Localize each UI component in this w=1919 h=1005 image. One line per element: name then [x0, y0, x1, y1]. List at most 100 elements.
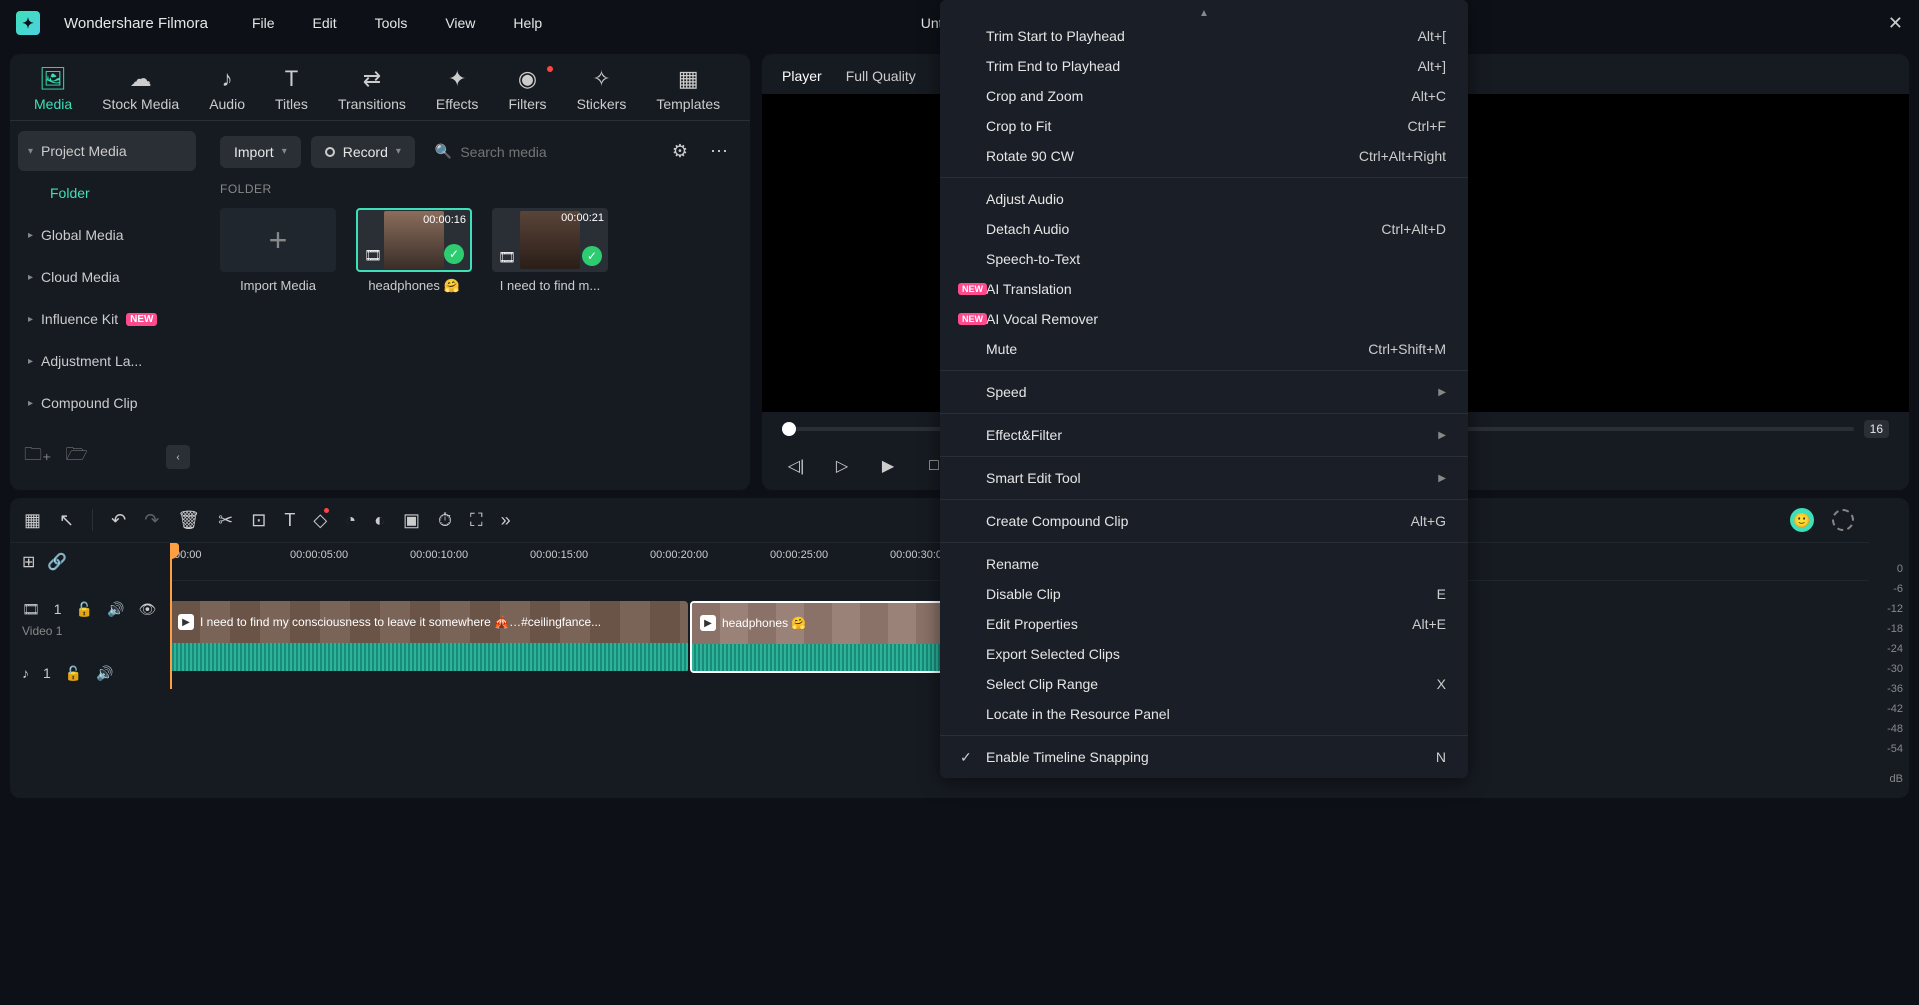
track-manager-icon[interactable]: ▦ — [24, 510, 41, 531]
ai-button[interactable]: 🙂 — [1790, 508, 1814, 532]
visibility-icon[interactable]: 👁 — [138, 601, 156, 618]
tab-media[interactable]: 🖼Media — [34, 66, 72, 120]
player-tab-full-quality[interactable]: Full Quality — [846, 68, 916, 84]
link-icon[interactable]: 🔗 — [47, 552, 67, 572]
clip-2[interactable]: ▶headphones 🤗 — [690, 601, 948, 673]
menu-item-label: Locate in the Resource Panel — [986, 706, 1446, 722]
adjust-button[interactable]: ▣ — [403, 510, 420, 531]
sidebar-adjustment-layer[interactable]: ▸Adjustment La... — [18, 341, 196, 381]
chevron-down-icon: ▾ — [282, 146, 287, 157]
context-menu-item[interactable]: MuteCtrl+Shift+M — [940, 334, 1468, 364]
tab-stock-media[interactable]: ☁Stock Media — [102, 66, 179, 120]
scrubber-thumb[interactable] — [782, 422, 796, 436]
play-pause-button[interactable]: ▷ — [828, 452, 856, 480]
render-button[interactable] — [1832, 509, 1854, 531]
context-menu-item[interactable]: Create Compound ClipAlt+G — [940, 506, 1468, 536]
tab-audio[interactable]: ♪Audio — [209, 66, 245, 120]
context-menu-item[interactable]: Export Selected Clips — [940, 639, 1468, 669]
sidebar-folder[interactable]: Folder — [18, 173, 196, 213]
context-menu-item[interactable]: Crop to FitCtrl+F — [940, 111, 1468, 141]
search-media[interactable]: 🔍 — [425, 135, 656, 168]
speed-button[interactable]: ◔ — [345, 510, 356, 531]
tab-transitions[interactable]: ⇄Transitions — [338, 66, 406, 120]
marker-button[interactable]: ⏱ — [438, 510, 452, 531]
context-menu-item[interactable]: Speed▶ — [940, 377, 1468, 407]
redo-button[interactable]: ↷ — [144, 510, 159, 531]
menu-shortcut: Ctrl+Alt+D — [1381, 221, 1446, 237]
undo-button[interactable]: ↶ — [111, 510, 126, 531]
sidebar-compound-clip[interactable]: ▸Compound Clip — [18, 383, 196, 423]
menu-edit[interactable]: Edit — [313, 15, 337, 31]
import-media-tile[interactable]: Import Media — [220, 208, 336, 294]
color-button[interactable]: ◐ — [374, 510, 385, 531]
sidebar-project-media[interactable]: ▾Project Media — [18, 131, 196, 171]
context-menu-item[interactable]: Trim Start to PlayheadAlt+[ — [940, 21, 1468, 51]
prev-frame-button[interactable]: ◁| — [782, 452, 810, 480]
crop-button[interactable]: ⊡ — [251, 510, 266, 531]
mute-icon[interactable]: 🔊 — [96, 665, 113, 682]
media-sidebar: ▾Project Media Folder ▸Global Media ▸Clo… — [10, 121, 204, 490]
context-menu-item[interactable]: Speech-to-Text — [940, 244, 1468, 274]
selection-tool-icon[interactable]: ↖ — [59, 510, 74, 531]
sidebar-cloud-media[interactable]: ▸Cloud Media — [18, 257, 196, 297]
lock-icon[interactable]: 🔓 — [65, 665, 82, 682]
menu-view[interactable]: View — [445, 15, 475, 31]
thumbnail[interactable]: 00:00:21 🎞 ✓ — [492, 208, 608, 272]
tab-stickers[interactable]: ✧Stickers — [577, 66, 627, 120]
context-menu-item[interactable]: Smart Edit Tool▶ — [940, 463, 1468, 493]
context-menu-item[interactable]: NEWAI Translation — [940, 274, 1468, 304]
import-plus-icon[interactable] — [220, 208, 336, 272]
sidebar-global-media[interactable]: ▸Global Media — [18, 215, 196, 255]
sidebar-influence-kit[interactable]: ▸Influence KitNEW — [18, 299, 196, 339]
context-menu-item[interactable]: Rename — [940, 549, 1468, 579]
context-menu-item[interactable]: Adjust Audio — [940, 184, 1468, 214]
play-button[interactable]: ▶ — [874, 452, 902, 480]
context-menu-item[interactable]: Effect&Filter▶ — [940, 420, 1468, 450]
tab-templates[interactable]: ▦Templates — [656, 66, 720, 120]
add-track-icon[interactable]: ⊞ — [22, 552, 35, 572]
media-item-headphones[interactable]: 00:00:16 🎞 ✓ headphones 🤗 — [356, 208, 472, 294]
record-dropdown[interactable]: Record▾ — [311, 136, 415, 168]
delete-button[interactable]: 🗑 — [177, 510, 200, 531]
menu-scroll-up-icon[interactable]: ▲ — [940, 6, 1468, 21]
context-menu-item[interactable]: Edit PropertiesAlt+E — [940, 609, 1468, 639]
context-menu-item[interactable]: Rotate 90 CWCtrl+Alt+Right — [940, 141, 1468, 171]
new-folder-icon[interactable]: 🗁 — [66, 442, 88, 472]
playhead[interactable] — [170, 543, 172, 689]
close-button[interactable]: ✕ — [1888, 13, 1903, 34]
more-icon[interactable]: ⋯ — [704, 137, 734, 166]
video-icon: 🎞 — [364, 247, 382, 264]
keyframe-button[interactable]: ◇ — [313, 510, 327, 531]
used-check-icon: ✓ — [582, 246, 602, 266]
expand-button[interactable]: ⛶ — [470, 510, 483, 531]
menu-file[interactable]: File — [252, 15, 275, 31]
collapse-sidebar-button[interactable]: ‹ — [166, 445, 190, 469]
lock-icon[interactable]: 🔓 — [76, 601, 93, 618]
context-menu-item[interactable]: Select Clip RangeX — [940, 669, 1468, 699]
context-menu-item[interactable]: NEWAI Vocal Remover — [940, 304, 1468, 334]
context-menu-item[interactable]: Detach AudioCtrl+Alt+D — [940, 214, 1468, 244]
text-button[interactable]: T — [284, 510, 295, 531]
split-button[interactable]: ✂ — [218, 510, 233, 531]
search-input[interactable] — [460, 144, 646, 160]
tab-filters[interactable]: ◉Filters — [508, 66, 546, 120]
tab-effects[interactable]: ✦Effects — [436, 66, 479, 120]
more-tools-button[interactable]: » — [501, 510, 511, 531]
context-menu-item[interactable]: Trim End to PlayheadAlt+] — [940, 51, 1468, 81]
media-item-consciousness[interactable]: 00:00:21 🎞 ✓ I need to find m... — [492, 208, 608, 294]
clip-1[interactable]: ▶I need to find my consciousness to leav… — [170, 601, 688, 673]
import-dropdown[interactable]: Import▾ — [220, 136, 301, 168]
filters-icon: ◉ — [518, 66, 537, 92]
mute-icon[interactable]: 🔊 — [107, 601, 124, 618]
menu-tools[interactable]: Tools — [375, 15, 408, 31]
tab-titles[interactable]: TTitles — [275, 66, 308, 120]
context-menu-item[interactable]: Locate in the Resource Panel — [940, 699, 1468, 729]
menu-help[interactable]: Help — [513, 15, 542, 31]
player-tab-player[interactable]: Player — [782, 68, 822, 84]
new-bin-icon[interactable]: 🗀₊ — [24, 442, 52, 472]
context-menu-item[interactable]: ✓Enable Timeline SnappingN — [940, 742, 1468, 772]
context-menu-item[interactable]: Crop and ZoomAlt+C — [940, 81, 1468, 111]
filter-icon[interactable]: ⚙ — [666, 137, 694, 166]
thumbnail[interactable]: 00:00:16 🎞 ✓ — [356, 208, 472, 272]
context-menu-item[interactable]: Disable ClipE — [940, 579, 1468, 609]
